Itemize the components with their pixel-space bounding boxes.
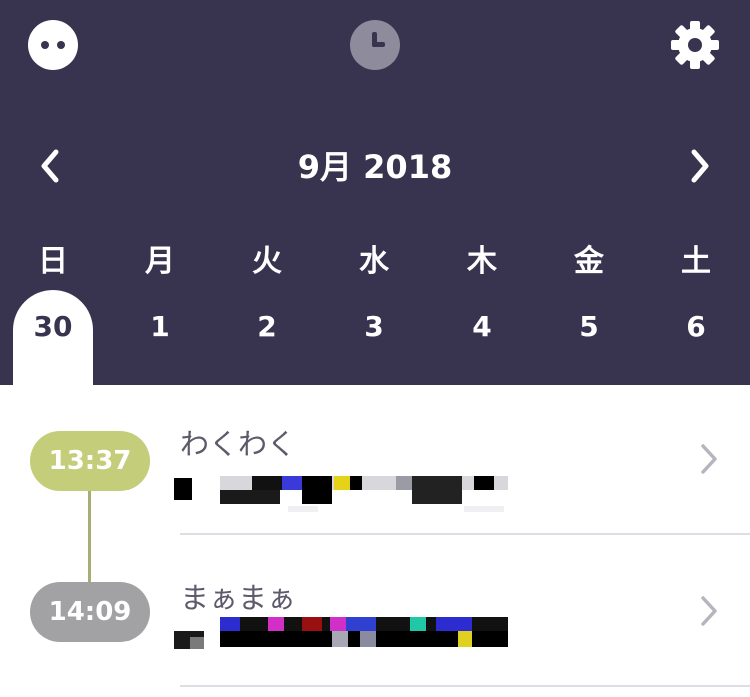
day-row: 30 1 2 3 4 5 6: [0, 290, 750, 385]
history-button[interactable]: [348, 18, 402, 72]
divider: [180, 685, 750, 687]
month-navigation: 9月 2018: [0, 132, 750, 198]
clock-icon: [350, 20, 400, 70]
day-cell-selected[interactable]: 30: [13, 290, 93, 385]
mood-entry[interactable]: 14:09 まぁまぁ: [0, 537, 750, 689]
open-entry-button[interactable]: [692, 589, 726, 633]
chevron-right-icon: [701, 596, 717, 626]
day-cell[interactable]: 4: [442, 290, 522, 385]
weekday-tue: 火: [252, 244, 282, 279]
weekday-sun: 日: [38, 244, 68, 279]
day-cell[interactable]: 6: [656, 290, 736, 385]
weekday-row: 日 月 火 水 木 金 土: [0, 236, 750, 280]
divider: [180, 533, 750, 535]
dots-face-icon: [28, 20, 78, 70]
mood-title: わくわく: [180, 427, 297, 461]
day-cell[interactable]: 1: [120, 290, 200, 385]
mood-title: まぁまぁ: [180, 581, 297, 615]
weekday-fri: 金: [574, 244, 604, 279]
mosaic-censored-text: [174, 470, 508, 512]
chevron-right-icon: [691, 149, 709, 183]
next-month-button[interactable]: [680, 146, 720, 186]
time-badge: 14:09: [30, 582, 150, 642]
day-cell[interactable]: 3: [334, 290, 414, 385]
weekday-thu: 木: [467, 244, 497, 279]
chevron-right-icon: [701, 444, 717, 474]
calendar-header: 9月 2018 日 月 火 水 木 金 土 30 1 2 3 4 5 6: [0, 0, 750, 385]
gear-icon: [671, 21, 719, 69]
day-cell[interactable]: 2: [227, 290, 307, 385]
weekday-mon: 月: [145, 244, 175, 279]
app-root: 9月 2018 日 月 火 水 木 金 土 30 1 2 3 4 5 6 13:…: [0, 0, 750, 697]
open-entry-button[interactable]: [692, 437, 726, 481]
weekday-wed: 水: [359, 244, 389, 279]
day-cell[interactable]: 5: [549, 290, 629, 385]
month-title: 9月 2018: [297, 148, 453, 186]
weekday-sat: 土: [681, 244, 711, 279]
time-badge: 13:37: [30, 431, 150, 491]
mood-entry[interactable]: 13:37 わくわく: [0, 385, 750, 537]
menu-button[interactable]: [26, 18, 80, 72]
mosaic-censored-text: [174, 613, 508, 655]
settings-button[interactable]: [668, 18, 722, 72]
